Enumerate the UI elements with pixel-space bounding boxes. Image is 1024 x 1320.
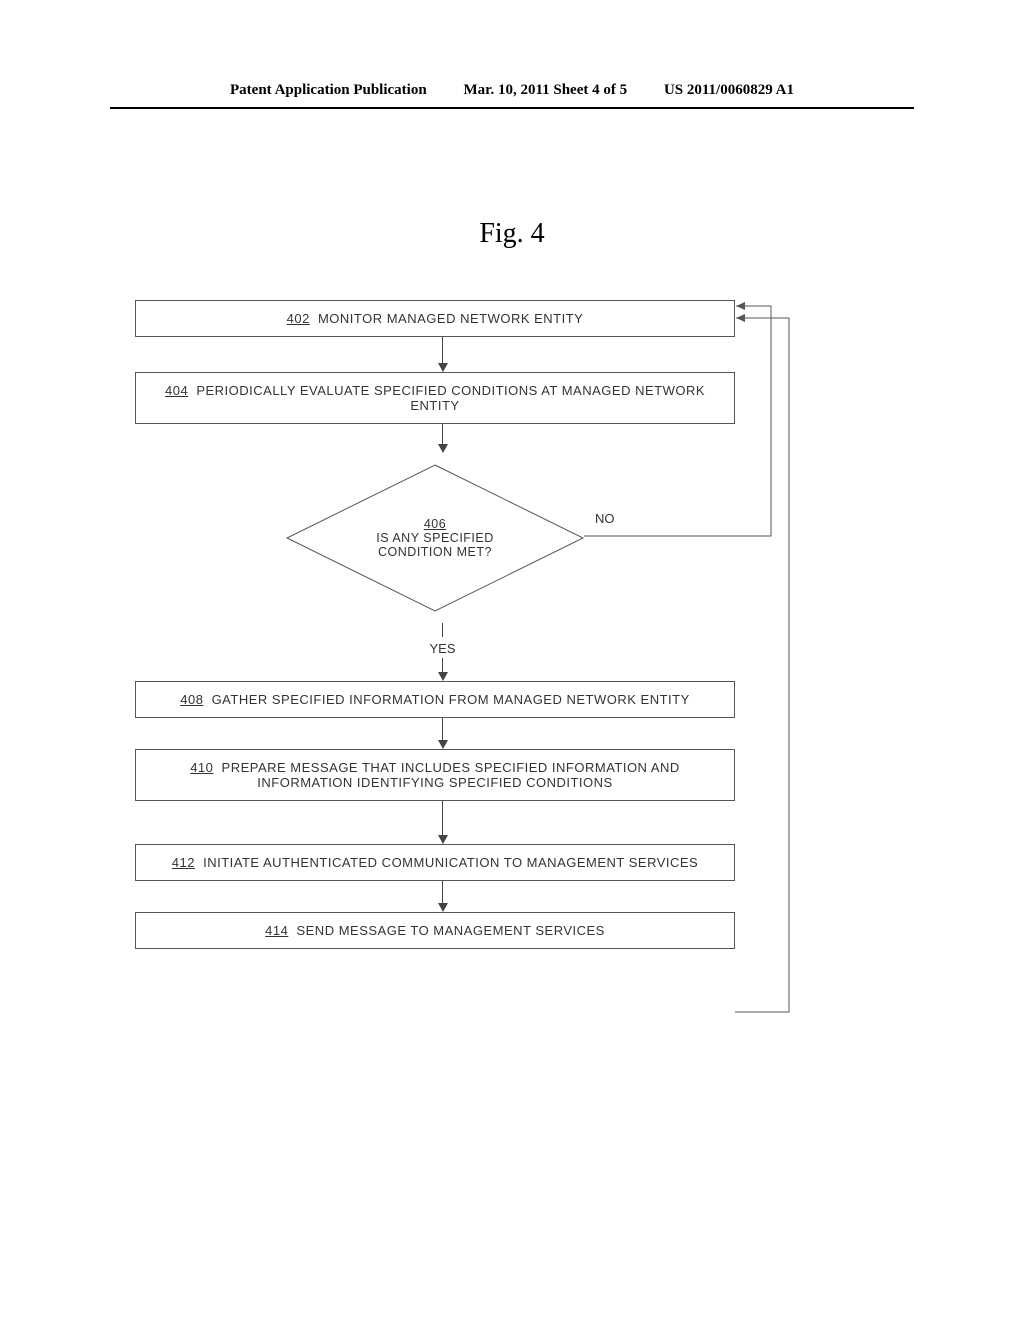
step-402: 402 MONITOR MANAGED NETWORK ENTITY bbox=[135, 300, 735, 337]
arrow-down-icon bbox=[135, 718, 750, 749]
arrow-down-icon bbox=[135, 337, 750, 372]
step-text: IS ANY SPECIFIED CONDITION MET? bbox=[376, 531, 494, 559]
step-text: GATHER SPECIFIED INFORMATION FROM MANAGE… bbox=[212, 692, 690, 707]
step-text: SEND MESSAGE TO MANAGEMENT SERVICES bbox=[296, 923, 604, 938]
arrow-down-icon bbox=[135, 881, 750, 912]
step-number: 408 bbox=[180, 692, 203, 707]
header-left: Patent Application Publication bbox=[230, 82, 427, 99]
header-right: US 2011/0060829 A1 bbox=[664, 82, 794, 99]
step-414: 414 SEND MESSAGE TO MANAGEMENT SERVICES bbox=[135, 912, 735, 949]
step-408: 408 GATHER SPECIFIED INFORMATION FROM MA… bbox=[135, 681, 735, 718]
step-number: 412 bbox=[172, 855, 195, 870]
branch-label-yes: YES bbox=[135, 641, 750, 656]
step-text: INITIATE AUTHENTICATED COMMUNICATION TO … bbox=[203, 855, 698, 870]
step-number: 402 bbox=[287, 311, 310, 326]
decision-406: 406 IS ANY SPECIFIED CONDITION MET? NO bbox=[135, 453, 735, 623]
step-404: 404 PERIODICALLY EVALUATE SPECIFIED COND… bbox=[135, 372, 735, 424]
flowchart: 402 MONITOR MANAGED NETWORK ENTITY 404 P… bbox=[135, 300, 750, 949]
arrow-down-icon bbox=[135, 801, 750, 844]
figure-title: Fig. 4 bbox=[0, 218, 1024, 250]
step-410: 410 PREPARE MESSAGE THAT INCLUDES SPECIF… bbox=[135, 749, 735, 801]
step-text: PERIODICALLY EVALUATE SPECIFIED CONDITIO… bbox=[196, 383, 705, 413]
step-number: 410 bbox=[190, 760, 213, 775]
page-header: Patent Application Publication Mar. 10, … bbox=[110, 82, 914, 109]
branch-label-no: NO bbox=[595, 511, 615, 526]
header-center: Mar. 10, 2011 Sheet 4 of 5 bbox=[464, 82, 628, 99]
step-number: 404 bbox=[165, 383, 188, 398]
step-number: 406 bbox=[424, 517, 446, 531]
step-text: PREPARE MESSAGE THAT INCLUDES SPECIFIED … bbox=[222, 760, 680, 790]
arrow-down-icon bbox=[135, 658, 750, 681]
arrow-down-icon bbox=[135, 424, 750, 453]
arrow-down-icon bbox=[135, 623, 750, 637]
step-text: MONITOR MANAGED NETWORK ENTITY bbox=[318, 311, 583, 326]
step-number: 414 bbox=[265, 923, 288, 938]
step-412: 412 INITIATE AUTHENTICATED COMMUNICATION… bbox=[135, 844, 735, 881]
